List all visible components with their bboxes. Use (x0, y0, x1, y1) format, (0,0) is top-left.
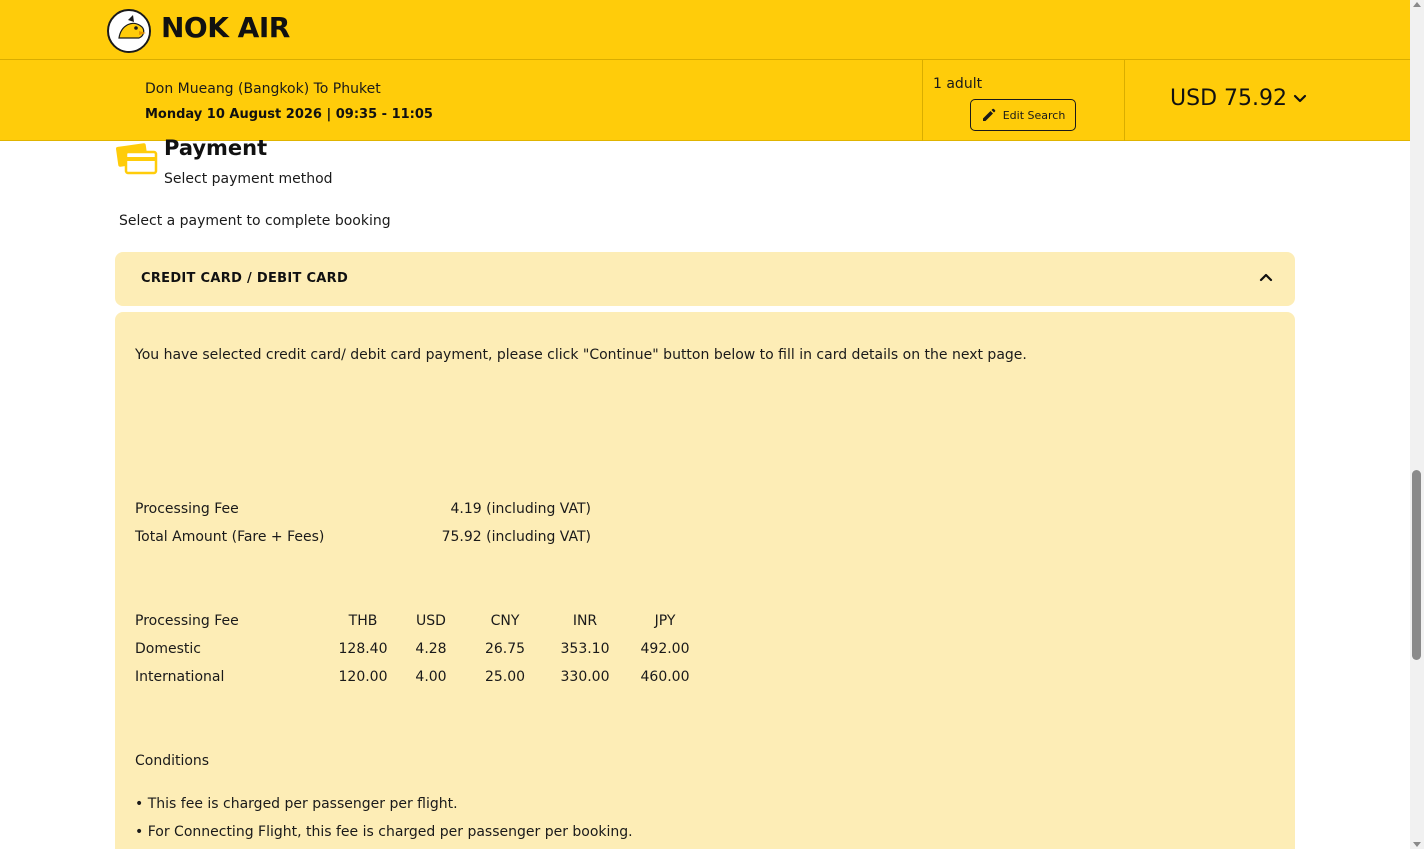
fee-table-cell: 26.75 (484, 641, 526, 657)
edit-search-label: Edit Search (1002, 108, 1066, 122)
flight-route: Don Mueang (Bangkok) To Phuket (145, 81, 381, 97)
total-price-dropdown[interactable]: USD 75.92 (1170, 86, 1307, 111)
condition-text: For Connecting Flight, this fee is charg… (147, 824, 633, 840)
scroll-down-icon[interactable] (1413, 842, 1421, 847)
brand-name: NOK AIR (161, 11, 290, 44)
fee-table-header: USD (416, 613, 446, 629)
total-price: USD 75.92 (1170, 86, 1287, 111)
summary-value: 75.92 (including VAT) (441, 529, 591, 545)
scrollbar-thumb[interactable] (1412, 470, 1421, 660)
condition-text: This fee is charged per passenger per fl… (147, 796, 458, 812)
fee-table-cell: 4.28 (415, 641, 447, 657)
fee-table-cell: 4.00 (415, 669, 447, 685)
credit-card-accordion-header[interactable]: CREDIT CARD / DEBIT CARD (115, 252, 1295, 306)
condition-item: • For Connecting Flight, this fee is cha… (135, 824, 633, 840)
fee-table-cell: 492.00 (640, 641, 690, 657)
flight-summary-bar: Don Mueang (Bangkok) To Phuket Monday 10… (0, 60, 1410, 141)
edit-search-button[interactable]: Edit Search (970, 99, 1076, 131)
page-scrollbar[interactable] (1410, 0, 1424, 849)
nok-air-logo-icon[interactable] (107, 9, 151, 53)
fee-table-row-label: Domestic (135, 641, 201, 657)
credit-card-icon (116, 140, 158, 176)
selected-payment-note: You have selected credit card/ debit car… (135, 347, 1027, 363)
scroll-up-icon[interactable] (1413, 2, 1421, 7)
chevron-up-icon (1259, 273, 1273, 282)
fee-table-cell: 460.00 (640, 669, 690, 685)
condition-item: • This fee is charged per passenger per … (135, 796, 458, 812)
summary-divider (1124, 60, 1125, 141)
summary-value: 4.19 (including VAT) (450, 501, 591, 517)
fee-table-row-label: International (135, 669, 225, 685)
passenger-count: 1 adult (933, 76, 983, 92)
summary-label: Processing Fee (135, 501, 239, 517)
payment-method-title: CREDIT CARD / DEBIT CARD (141, 271, 349, 286)
pencil-icon (982, 108, 996, 121)
summary-divider (922, 60, 923, 141)
credit-card-panel: You have selected credit card/ debit car… (115, 312, 1295, 849)
fee-table-cell: 128.40 (338, 641, 388, 657)
fee-table-cell: 25.00 (484, 669, 526, 685)
fee-table-cell: 330.00 (560, 669, 610, 685)
fee-table-header: CNY (490, 613, 520, 629)
chevron-down-icon (1293, 94, 1307, 102)
top-header: NOK AIR (0, 0, 1410, 60)
fee-table-cell: 120.00 (338, 669, 388, 685)
flight-datetime: Monday 10 August 2026 | 09:35 - 11:05 (145, 107, 433, 122)
fee-table-header: THB (348, 613, 378, 629)
payment-instruction: Select a payment to complete booking (119, 213, 391, 229)
fee-table-header: Processing Fee (135, 613, 239, 629)
page-title: Payment (164, 136, 268, 160)
fee-table-cell: 353.10 (560, 641, 610, 657)
conditions-title: Conditions (135, 753, 210, 769)
fee-table-header: JPY (654, 613, 676, 629)
page-subtitle: Select payment method (164, 171, 333, 187)
fee-table-header: INR (572, 613, 598, 629)
summary-label: Total Amount (Fare + Fees) (135, 529, 325, 545)
